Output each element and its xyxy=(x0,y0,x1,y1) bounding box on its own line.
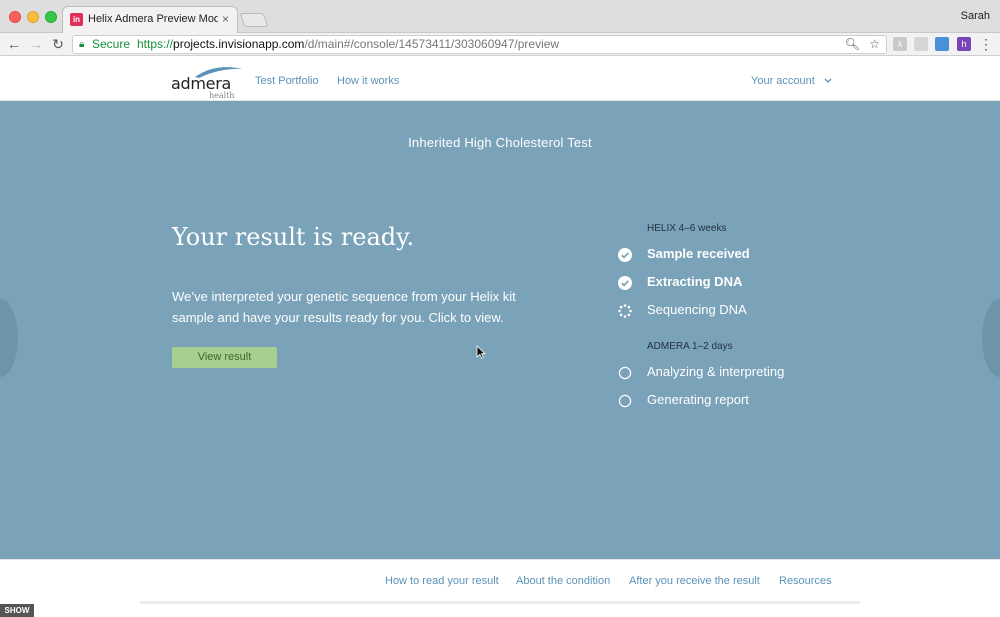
url-protocol: https:// xyxy=(137,37,174,51)
result-subnav: How to read your result About the condit… xyxy=(0,559,1000,604)
step-label: Sequencing DNA xyxy=(647,302,747,317)
invision-show-toggle[interactable]: SHOW xyxy=(0,604,34,617)
extension-screenshot-icon[interactable] xyxy=(935,37,949,51)
view-result-button[interactable]: View result xyxy=(172,347,277,368)
address-bar[interactable]: 🔒︎ Secure https://projects.invisionapp.c… xyxy=(72,35,887,54)
browser-tab[interactable]: in Helix Admera Preview Mode - I × xyxy=(62,6,238,33)
account-menu[interactable]: Your account xyxy=(751,75,832,87)
scroll-shadow xyxy=(140,601,860,604)
zoom-icon[interactable]: 🔍︎ xyxy=(845,37,860,51)
url-text: https://projects.invisionapp.com/d/main#… xyxy=(137,36,559,53)
browser-titlebar: in Helix Admera Preview Mode - I × Sarah xyxy=(0,0,1000,33)
url-path: /d/main#/console/14573411/303060947/prev… xyxy=(304,37,560,51)
test-title: Inherited High Cholesterol Test xyxy=(408,135,592,150)
forward-arrow-icon[interactable]: → xyxy=(28,36,44,52)
logo-subtitle: health xyxy=(209,91,235,100)
empty-circle-icon xyxy=(618,394,632,408)
chevron-down-icon xyxy=(824,78,832,83)
invision-favicon-icon: in xyxy=(70,13,83,26)
subnav-resources[interactable]: Resources xyxy=(779,575,832,587)
browser-toolbar: ← → ↻ 🔒︎ Secure https://projects.invisio… xyxy=(0,33,1000,56)
omnibox-actions: 🔍︎ ☆ xyxy=(845,36,880,53)
subnav-how-to-read[interactable]: How to read your result xyxy=(385,575,499,587)
bookmark-star-icon[interactable]: ☆ xyxy=(869,37,880,51)
step-label: Generating report xyxy=(647,392,749,407)
admera-duration-label: ADMERA 1–2 days xyxy=(647,341,733,352)
new-tab-button[interactable] xyxy=(239,13,269,27)
check-circle-icon xyxy=(618,248,632,262)
secure-label: Secure xyxy=(92,37,131,51)
admera-logo[interactable]: admera health xyxy=(171,64,243,100)
minimize-window-icon[interactable] xyxy=(27,11,39,23)
site-header: admera health Test Portfolio How it work… xyxy=(0,57,1000,101)
maximize-window-icon[interactable] xyxy=(45,11,57,23)
profile-name[interactable]: Sarah xyxy=(961,10,990,22)
empty-circle-icon xyxy=(618,366,632,380)
result-heading: Your result is ready. xyxy=(172,223,415,251)
mouse-cursor-icon xyxy=(476,345,486,359)
step-label: Extracting DNA xyxy=(647,274,743,289)
subnav-after-result[interactable]: After you receive the result xyxy=(629,575,760,587)
result-description: We’ve interpreted your genetic sequence … xyxy=(172,289,516,325)
extension-camera-icon[interactable] xyxy=(914,37,928,51)
chrome-menu-icon[interactable]: ⋮ xyxy=(978,36,994,52)
subnav-about-condition[interactable]: About the condition xyxy=(516,575,610,587)
close-window-icon[interactable] xyxy=(9,11,21,23)
result-hero: Inherited High Cholesterol Test Your res… xyxy=(0,101,1000,559)
loading-spinner-icon xyxy=(618,304,632,318)
helix-duration-label: HELIX 4–6 weeks xyxy=(647,223,727,234)
next-screen-handle[interactable] xyxy=(982,299,1000,377)
tab-title: Helix Admera Preview Mode - I xyxy=(88,13,218,25)
lock-icon: 🔒︎ xyxy=(79,39,85,50)
tab-close-icon[interactable]: × xyxy=(222,12,229,26)
step-label: Analyzing & interpreting xyxy=(647,364,785,379)
extension-h-icon[interactable]: h xyxy=(957,37,971,51)
nav-test-portfolio[interactable]: Test Portfolio xyxy=(255,75,319,87)
step-label: Sample received xyxy=(647,246,750,261)
check-circle-icon xyxy=(618,276,632,290)
extension-lambda-icon[interactable]: λ xyxy=(893,37,907,51)
prev-screen-handle[interactable] xyxy=(0,299,18,377)
nav-how-it-works[interactable]: How it works xyxy=(337,75,399,87)
url-host: projects.invisionapp.com xyxy=(173,37,305,51)
back-arrow-icon[interactable]: ← xyxy=(6,36,22,52)
account-label: Your account xyxy=(751,75,815,87)
reload-icon[interactable]: ↻ xyxy=(50,36,66,52)
